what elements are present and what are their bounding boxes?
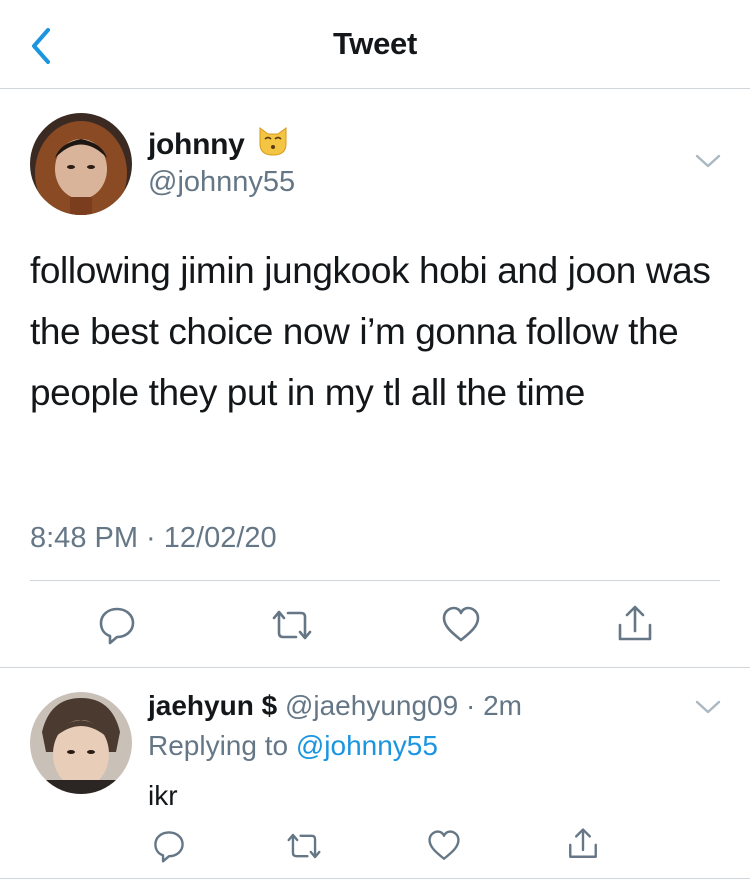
like-icon[interactable] — [441, 605, 481, 650]
share-icon[interactable] — [615, 603, 655, 650]
navigation-header: Tweet — [0, 0, 750, 89]
page-title: Tweet — [332, 26, 418, 61]
chevron-down-icon[interactable] — [694, 698, 722, 716]
kissing-cat-emoji-icon — [256, 124, 290, 158]
reply-icon[interactable] — [152, 829, 186, 868]
chevron-down-icon[interactable] — [694, 152, 722, 170]
reply-text: ikr — [148, 780, 178, 811]
author-avatar[interactable] — [30, 113, 132, 215]
divider — [30, 580, 720, 581]
author-handle[interactable]: @johnny55 — [148, 166, 295, 199]
replying-to-line: Replying to @johnny55 — [148, 730, 438, 762]
reply-icon[interactable] — [97, 605, 137, 650]
divider — [0, 667, 750, 668]
replying-to-label: Replying to — [148, 730, 289, 761]
replying-to-mention[interactable]: @johnny55 — [296, 730, 438, 761]
tweet-timestamp: 8:48 PM · 12/02/20 — [30, 522, 277, 554]
share-icon[interactable] — [566, 826, 600, 867]
author-name[interactable]: johnny — [148, 128, 245, 162]
like-icon[interactable] — [427, 829, 461, 868]
retweet-icon[interactable] — [270, 605, 314, 650]
reply-header: jaehyun $ @jaehyung09 · 2m — [148, 690, 522, 722]
divider — [0, 878, 750, 879]
retweet-icon[interactable] — [285, 829, 323, 868]
reply-age: · 2m — [465, 690, 522, 721]
reply-author-avatar[interactable] — [30, 692, 132, 794]
reply-author-handle[interactable]: @jaehyung09 — [285, 690, 458, 721]
reply-author-name[interactable]: jaehyun $ — [148, 690, 277, 721]
tweet-text: following jimin jungkook hobi and joon w… — [30, 250, 711, 413]
